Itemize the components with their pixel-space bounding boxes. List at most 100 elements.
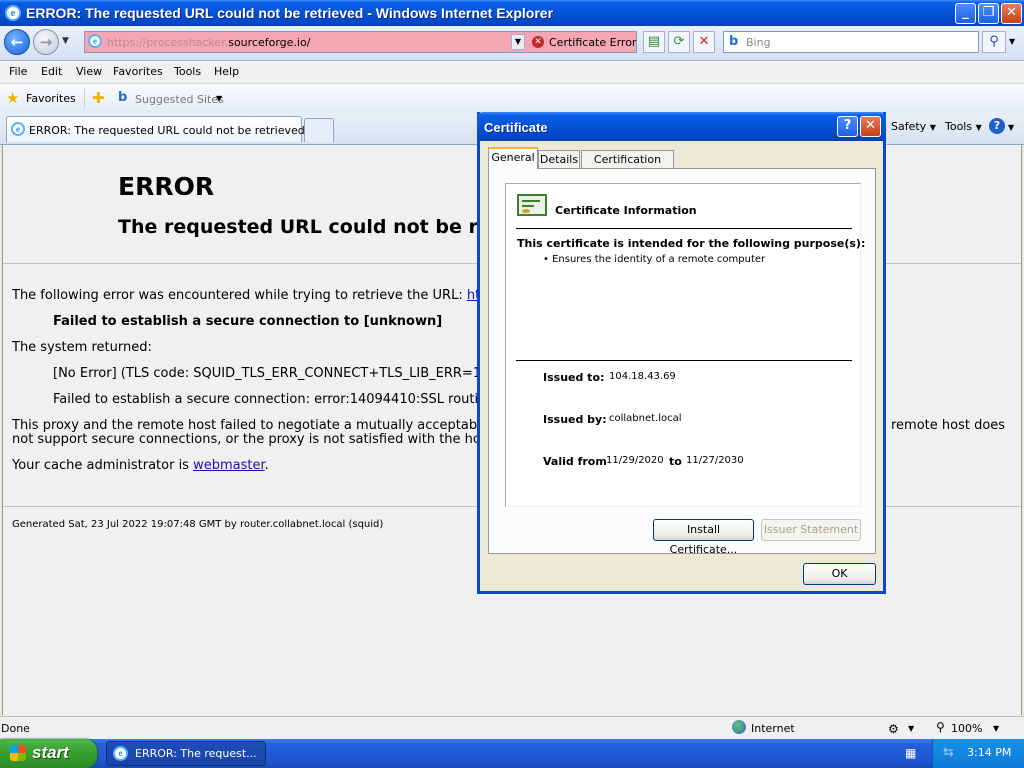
valid-to-label: to [669, 455, 682, 468]
valid-from-value: 11/29/2020 [606, 455, 664, 466]
status-bar: Done Internet ⚙ ▼ ⚲ 100% ▼ [0, 716, 1024, 740]
protected-mode-dropdown-icon[interactable]: ▼ [908, 724, 914, 733]
start-button[interactable]: start [0, 739, 97, 768]
valid-from-label: Valid from [543, 455, 607, 468]
error-intro: The following error was encountered whil… [12, 288, 494, 303]
address-bar[interactable]: e https://processhacker.sourceforge.io/ … [84, 31, 528, 53]
divider [516, 360, 852, 361]
compatibility-view-button[interactable]: ▤ [643, 31, 665, 53]
menu-tools[interactable]: Tools [174, 65, 201, 78]
zoom-level[interactable]: 100% [951, 722, 982, 735]
recent-pages-dropdown-icon[interactable]: ▼ [62, 36, 69, 46]
suggested-sites-dropdown-icon[interactable]: ▼ [216, 94, 222, 103]
add-favorite-icon[interactable]: ✚ [92, 89, 105, 107]
window-title-bar[interactable]: e ERROR: The requested URL could not be … [0, 0, 1024, 26]
address-dropdown-icon[interactable]: ▼ [511, 34, 525, 50]
network-icon[interactable]: ⇆ [943, 745, 954, 760]
favorites-button[interactable]: Favorites [26, 92, 76, 105]
error-main: Failed to establish a secure connection … [53, 314, 443, 329]
favorites-bar: ★ Favorites ✚ b Suggested Sites ▼ [0, 84, 1024, 114]
minimize-button[interactable]: _ [955, 3, 976, 24]
status-text: Done [1, 722, 30, 735]
maximize-button[interactable]: ❐ [978, 3, 999, 24]
keyboard-icon[interactable]: ▦ [905, 746, 916, 760]
issued-by-value: collabnet.local [609, 413, 682, 424]
generated-footer: Generated Sat, 23 Jul 2022 19:07:48 GMT … [12, 519, 384, 530]
tab-general[interactable]: General [488, 147, 538, 169]
menu-favorites[interactable]: Favorites [113, 65, 163, 78]
security-zone[interactable]: Internet [751, 722, 795, 735]
menu-help[interactable]: Help [214, 65, 239, 78]
suggested-sites-link[interactable]: Suggested Sites [135, 93, 224, 106]
ok-button[interactable]: OK [803, 563, 876, 585]
taskbar: start e ERROR: The request... ▦ ⇆ 3:14 P… [0, 739, 1024, 768]
dialog-title-bar[interactable]: Certificate ? ✕ [477, 112, 886, 141]
menu-view[interactable]: View [76, 65, 102, 78]
safety-menu[interactable]: Safety ▼ [891, 120, 936, 133]
certificate-info-box: Certificate Information This certificate… [505, 183, 865, 507]
ie-logo-icon: e [5, 5, 21, 21]
new-tab-button[interactable] [304, 118, 334, 142]
page-subheading: The requested URL could not be retri [118, 216, 516, 238]
zoom-icon: ⚲ [936, 720, 945, 734]
page-icon: e [88, 34, 102, 48]
window-title: ERROR: The requested URL could not be re… [26, 5, 554, 21]
general-tab-panel: Certificate Information This certificate… [488, 168, 876, 556]
browser-tab-active[interactable]: e ERROR: The requested URL could not be … [6, 116, 305, 142]
search-input[interactable]: b Bing [723, 31, 979, 53]
valid-to-value: 11/27/2030 [686, 455, 744, 466]
purpose-intro: This certificate is intended for the fol… [517, 237, 866, 250]
internet-zone-icon [732, 720, 746, 734]
refresh-button[interactable]: ⟳ [668, 31, 690, 53]
tab-details[interactable]: Details [538, 150, 580, 169]
favorites-star-icon: ★ [6, 89, 20, 107]
certificate-error-button[interactable]: ✕ Certificate Error [527, 31, 637, 53]
clock[interactable]: 3:14 PM [967, 746, 1011, 759]
dialog-close-button[interactable]: ✕ [860, 116, 881, 137]
install-certificate-button[interactable]: Install Certificate... [653, 519, 754, 556]
back-button[interactable]: ← [4, 29, 30, 55]
tools-menu[interactable]: Tools ▼ [945, 120, 982, 133]
system-returned-label: The system returned: [12, 340, 152, 355]
issued-by-label: Issued by: [543, 413, 607, 426]
taskbar-item-ie[interactable]: e ERROR: The request... [106, 741, 266, 766]
menu-bar: File Edit View Favorites Tools Help [0, 61, 1024, 84]
page-icon: e [11, 122, 25, 136]
certificate-icon [517, 194, 547, 216]
protected-mode-icon[interactable]: ⚙ [888, 722, 899, 736]
navigation-bar: ← → ▼ e https://processhacker.sourceforg… [0, 26, 1024, 61]
bing-logo-icon: b [118, 90, 128, 105]
purpose-item: • Ensures the identity of a remote compu… [543, 254, 766, 265]
page-heading: ERROR [118, 172, 215, 201]
divider [84, 88, 85, 108]
admin-text: Your cache administrator is webmaster. [12, 458, 269, 473]
zoom-dropdown-icon[interactable]: ▼ [993, 724, 999, 733]
webmaster-link[interactable]: webmaster [193, 458, 265, 473]
ssl-error: Failed to establish a secure connection:… [53, 392, 487, 407]
windows-logo-icon [10, 745, 26, 761]
proxy-explanation-line2: not support secure connections, or the p… [12, 432, 493, 447]
proxy-explanation-line1: This proxy and the remote host failed to… [12, 418, 489, 433]
help-icon[interactable]: ? [989, 118, 1005, 134]
search-button[interactable]: ⚲ [982, 31, 1006, 53]
tab-certification-path[interactable]: Certification Path [581, 150, 674, 183]
issued-to-label: Issued to: [543, 371, 605, 384]
close-window-button[interactable]: ✕ [1001, 3, 1022, 24]
certificate-dialog: Certificate ? ✕ General Details Certific… [477, 112, 886, 594]
issuer-statement-button[interactable]: Issuer Statement [761, 519, 861, 541]
divider [516, 228, 852, 229]
system-tray: ⇆ 3:14 PM [932, 739, 1024, 768]
proxy-explanation-line1-end: remote host does [891, 418, 1006, 433]
issued-to-value: 104.18.43.69 [609, 371, 676, 382]
ie-logo-icon: e [113, 746, 128, 761]
dialog-help-button[interactable]: ? [837, 116, 858, 137]
tls-code: [No Error] (TLS code: SQUID_TLS_ERR_CONN… [53, 366, 490, 381]
stop-button[interactable]: ✕ [693, 31, 715, 53]
menu-file[interactable]: File [9, 65, 27, 78]
certificate-info-heading: Certificate Information [555, 204, 697, 217]
menu-edit[interactable]: Edit [41, 65, 62, 78]
help-dropdown-icon[interactable]: ▼ [1008, 123, 1014, 132]
shield-error-icon: ✕ [532, 36, 544, 48]
search-options-dropdown-icon[interactable]: ▼ [1009, 37, 1015, 46]
forward-button[interactable]: → [33, 29, 59, 55]
